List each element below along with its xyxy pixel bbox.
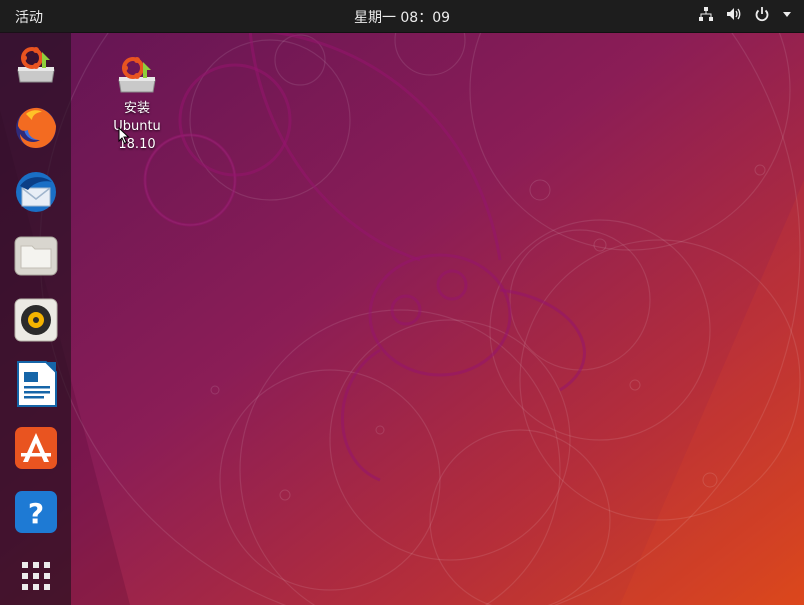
app-grid-icon — [22, 562, 50, 590]
help-icon: ? — [15, 491, 57, 533]
dock-item-install-ubuntu[interactable] — [12, 40, 60, 88]
desktop-icon-label-line3: 18.10 — [118, 137, 156, 152]
dock-item-files[interactable] — [12, 232, 60, 280]
clock-menu[interactable]: 星期一 08：09 — [354, 10, 450, 26]
installer-icon — [17, 47, 55, 83]
network-icon[interactable] — [698, 6, 714, 22]
top-panel: 活动 星期一 08：09 — [0, 0, 804, 33]
installer-icon — [118, 57, 156, 93]
desktop-icon-label-line1: 安装 — [123, 101, 150, 116]
rhythmbox-icon — [14, 298, 58, 342]
dock-item-rhythmbox[interactable] — [12, 296, 60, 344]
mouse-cursor-icon — [118, 127, 130, 145]
files-icon — [14, 236, 58, 276]
dock: ? — [0, 32, 71, 605]
dock-item-libreoffice-writer[interactable] — [12, 360, 60, 408]
svg-text:?: ? — [28, 497, 44, 530]
menu-arrow-icon[interactable] — [782, 6, 792, 22]
desktop-icon-install-ubuntu[interactable]: 安装 Ubuntu 18.10 — [103, 50, 171, 154]
firefox-icon — [16, 107, 56, 148]
software-icon — [15, 427, 57, 469]
volume-icon[interactable] — [726, 6, 742, 22]
system-tray[interactable] — [698, 6, 792, 22]
dock-item-help[interactable]: ? — [12, 488, 60, 536]
dock-item-thunderbird[interactable] — [12, 168, 60, 216]
thunderbird-icon — [16, 172, 56, 212]
clock-container: 星期一 08：09 — [0, 7, 804, 27]
writer-icon — [17, 361, 57, 407]
dock-item-show-applications[interactable] — [12, 552, 60, 600]
dock-item-firefox[interactable] — [12, 104, 60, 152]
activities-button[interactable]: 活动 — [15, 7, 43, 27]
dock-item-ubuntu-software[interactable] — [12, 424, 60, 472]
desktop-icon-label-line2: Ubuntu — [113, 119, 161, 134]
power-icon[interactable] — [754, 6, 770, 22]
